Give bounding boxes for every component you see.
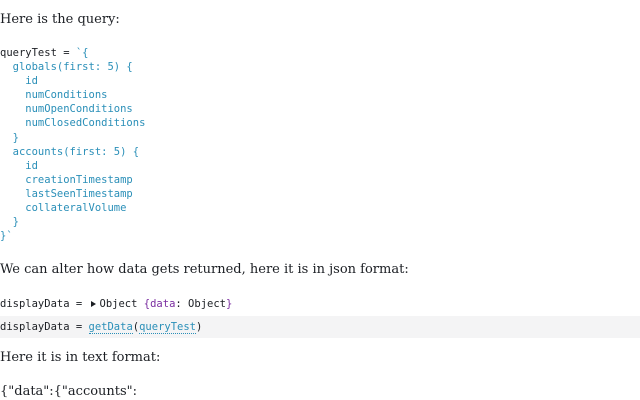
query-test-argument[interactable]: queryTest [139, 321, 197, 334]
close-brace: } [225, 298, 233, 310]
get-data-function[interactable]: getData [88, 321, 133, 334]
expand-triangle-icon[interactable] [90, 301, 96, 307]
query-code-text: numConditions [0, 89, 108, 102]
query-assignment: queryTest = [0, 47, 76, 59]
output-prefix: displayData = [0, 298, 89, 310]
query-code-text: id [0, 159, 38, 172]
query-code-line: numClosedConditions [0, 116, 145, 130]
query-code-text: collateralVolume [0, 202, 127, 215]
query-code-line: queryTest = `{ [0, 46, 145, 60]
query-code-text: lastSeenTimestamp [0, 187, 133, 200]
display-data-input-cell[interactable]: displayData = getData ( queryTest ) [0, 316, 640, 338]
query-code-line: lastSeenTimestamp [0, 187, 145, 201]
text-format-label: Here it is in text format: [0, 350, 161, 365]
query-code-line: }` [0, 229, 145, 243]
query-code-line: collateralVolume [0, 201, 145, 215]
intro-text: Here is the query: [0, 12, 120, 27]
query-code-text: } [0, 131, 19, 144]
query-code-text: numClosedConditions [0, 117, 146, 130]
query-code-block: queryTest = `{ globals(first: 5) { id nu… [0, 46, 145, 243]
query-code-text: }` [0, 230, 13, 243]
query-code-text: numOpenConditions [0, 103, 133, 116]
query-code-text: creationTimestamp [0, 173, 133, 186]
query-code-line: globals(first: 5) { [0, 60, 145, 74]
input-prefix: displayData = [0, 321, 89, 333]
query-code-line: } [0, 131, 145, 145]
query-code-line: id [0, 74, 145, 88]
query-code-line: id [0, 159, 145, 173]
query-code-text: `{ [75, 47, 89, 59]
query-code-line: numConditions [0, 88, 145, 102]
text-output-start: {"data":{"accounts": [0, 384, 138, 399]
query-code-line: accounts(first: 5) { [0, 145, 145, 159]
close-paren: ) [196, 321, 203, 333]
object-value: : Object [175, 298, 226, 310]
query-code-line: creationTimestamp [0, 173, 145, 187]
query-code-text: globals(first: 5) { [0, 61, 133, 74]
display-data-output-cell: displayData = Object { data : Object } [0, 293, 640, 315]
query-code-line: } [0, 215, 145, 229]
query-code-text: } [0, 216, 19, 229]
query-code-text: accounts(first: 5) { [0, 145, 140, 158]
query-code-text: id [0, 75, 38, 88]
query-code-line: numOpenConditions [0, 102, 145, 116]
object-key: data [150, 298, 176, 310]
json-format-text: We can alter how data gets returned, her… [0, 262, 409, 277]
object-label[interactable]: Object [100, 298, 138, 310]
